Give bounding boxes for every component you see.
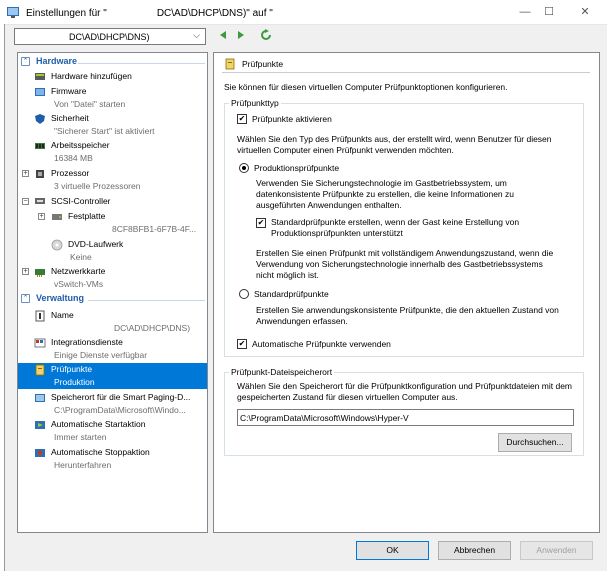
- name-icon: [35, 310, 45, 322]
- processor-icon: [36, 170, 44, 178]
- enable-checkpoints-checkbox[interactable]: ✔: [237, 114, 247, 124]
- network-adapter-icon: [35, 269, 45, 277]
- browse-button[interactable]: Durchsuchen...: [498, 433, 572, 452]
- dvd-drive-icon: [51, 239, 63, 251]
- enable-checkpoints-label: Prüfpunkte aktivieren: [252, 114, 332, 124]
- tree-item-processor[interactable]: + Prozessor 3 virtuelle Prozessoren: [18, 167, 207, 193]
- tree-item-add-hardware[interactable]: Hardware hinzufügen: [18, 70, 207, 83]
- smart-paging-icon: [35, 394, 45, 402]
- tree-item-memory[interactable]: Arbeitsspeicher 16384 MB: [18, 139, 207, 165]
- tree-item-firmware[interactable]: Firmware Von "Datei" starten: [18, 85, 207, 111]
- automatic-checkpoints-checkbox[interactable]: ✔: [237, 339, 247, 349]
- forward-arrow-icon[interactable]: [236, 30, 246, 40]
- panel-title: Prüfpunkte: [242, 59, 284, 69]
- integration-services-icon: [34, 338, 46, 348]
- hard-disk-icon: [52, 214, 62, 220]
- collapse-icon[interactable]: ⌃: [21, 57, 30, 66]
- standard-checkpoints-label: Standardprüfpunkte: [254, 289, 329, 299]
- hardware-section-header[interactable]: ⌃ Hardware: [18, 56, 207, 68]
- tree-item-network-adapter[interactable]: + Netzwerkkarte vSwitch-VMs: [18, 265, 207, 291]
- auto-start-icon: [35, 421, 45, 429]
- redacted-region: [106, 6, 157, 16]
- fallback-standard-label: Standardprüfpunkte erstellen, wenn der G…: [271, 217, 520, 238]
- firmware-icon: [35, 88, 45, 96]
- checkpoint-location-field[interactable]: [237, 409, 574, 426]
- management-section-header[interactable]: ⌃ Verwaltung: [18, 293, 207, 305]
- redacted-region-2: [272, 6, 333, 16]
- production-checkpoints-radio[interactable]: [239, 163, 249, 173]
- checkpoint-location-group-title: Prüfpunkt-Dateispeicherort: [229, 367, 335, 377]
- collapse-scsi-icon[interactable]: −: [22, 198, 29, 205]
- tree-item-integration-services[interactable]: Integrationsdienste Einige Dienste verfü…: [18, 336, 207, 362]
- window-title: Einstellungen für " DC\AD\DHCP\DNS)" auf …: [26, 6, 333, 19]
- tree-item-security[interactable]: Sicherheit "Sicherer Start" ist aktivier…: [18, 112, 207, 138]
- collapse-management-icon[interactable]: ⌃: [21, 294, 30, 303]
- apply-button[interactable]: Anwenden: [520, 541, 593, 560]
- full-state-description: Erstellen Sie einen Prüfpunkt mit vollst…: [256, 248, 554, 280]
- window-title-prefix: Einstellungen für ": [26, 8, 107, 19]
- production-checkpoints-label: Produktionsprüfpunkte: [254, 163, 340, 173]
- tree-item-hard-disk[interactable]: + Festplatte 8CF8BFB1-6F7B-4F...: [18, 210, 207, 236]
- tree-item-auto-start[interactable]: Automatische Startaktion Immer starten: [18, 418, 207, 444]
- vm-select-dropdown[interactable]: DC\AD\DHCP\DNS) ⌵: [14, 28, 206, 45]
- standard-checkpoints-radio[interactable]: [239, 289, 249, 299]
- automatic-checkpoints-label: Automatische Prüfpunkte verwenden: [252, 339, 391, 349]
- title-divider: [222, 72, 590, 73]
- minimize-button[interactable]: —: [514, 2, 536, 22]
- settings-app-icon: [7, 7, 19, 18]
- shield-icon: [35, 114, 45, 124]
- chevron-down-icon: ⌵: [193, 30, 200, 40]
- expand-network-icon[interactable]: +: [22, 268, 29, 275]
- tree-item-dvd-drive[interactable]: DVD-Laufwerk Keine: [18, 238, 207, 264]
- refresh-icon[interactable]: [260, 29, 272, 41]
- cancel-button[interactable]: Abbrechen: [438, 541, 511, 560]
- choose-type-text: Wählen Sie den Typ des Prüfpunkts aus, d…: [237, 134, 552, 155]
- tree-item-scsi-controller[interactable]: − SCSI-Controller: [18, 195, 207, 208]
- ok-button[interactable]: OK: [356, 541, 429, 560]
- expand-icon[interactable]: +: [22, 170, 29, 177]
- scsi-controller-icon: [35, 198, 45, 204]
- vm-select-value: DC\AD\DHCP\DNS): [69, 32, 150, 42]
- tree-item-smart-paging[interactable]: Speicherort für die Smart Paging-D... C:…: [18, 391, 207, 417]
- checkpoint-icon: [35, 364, 45, 376]
- production-description: Verwenden Sie Sicherungstechnologie im G…: [256, 178, 514, 210]
- back-arrow-icon[interactable]: [218, 30, 228, 40]
- maximize-button[interactable]: ☐: [538, 2, 560, 22]
- standard-description: Erstellen Sie anwendungskonsistente Prüf…: [256, 305, 559, 326]
- title-bar: Einstellungen für " DC\AD\DHCP\DNS)" auf …: [0, 0, 607, 25]
- window-title-mid: DC\AD\DHCP\DNS)" auf ": [156, 8, 273, 19]
- background-window-edge: [0, 24, 5, 571]
- expand-disk-icon[interactable]: +: [38, 213, 45, 220]
- add-hardware-icon: [35, 73, 45, 80]
- checkpoint-header-icon: [225, 58, 235, 70]
- checkpoint-location-input[interactable]: [238, 410, 572, 425]
- tree-item-checkpoints[interactable]: Prüfpunkte Produktion: [18, 363, 207, 389]
- auto-stop-icon: [35, 449, 45, 457]
- checkpoint-type-group-title: Prüfpunkttyp: [229, 98, 281, 108]
- fallback-standard-checkbox[interactable]: ✔: [256, 218, 266, 228]
- panel-intro: Sie können für diesen virtuellen Compute…: [224, 82, 508, 92]
- close-button[interactable]: ✕: [574, 2, 596, 22]
- tree-item-name[interactable]: Name DC\AD\DHCP\DNS): [18, 309, 207, 335]
- memory-icon: [35, 143, 45, 149]
- tree-item-auto-stop[interactable]: Automatische Stoppaktion Herunterfahren: [18, 446, 207, 472]
- settings-tree: ⌃ Hardware Hardware hinzufügen Firmware …: [17, 52, 208, 533]
- location-description: Wählen Sie den Speicherort für die Prüfp…: [237, 381, 573, 402]
